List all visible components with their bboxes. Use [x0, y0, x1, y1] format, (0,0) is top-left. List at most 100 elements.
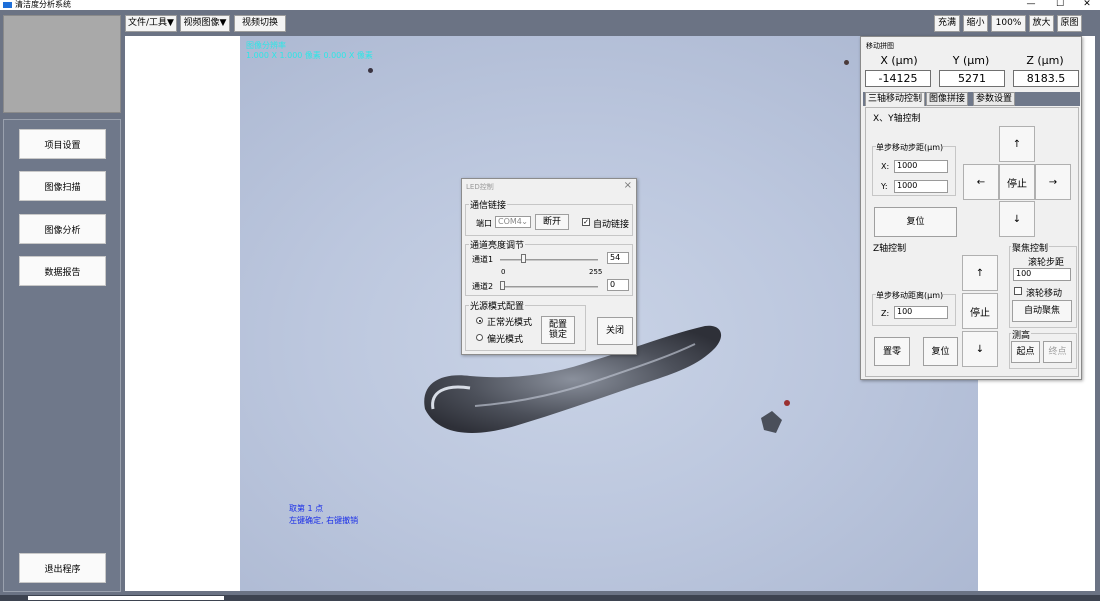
measure-height-label: 测高: [1011, 328, 1032, 341]
y-step-input[interactable]: 1000: [894, 180, 948, 193]
xy-stop-button[interactable]: 停止: [999, 164, 1035, 200]
port-label: 端口: [476, 219, 492, 228]
xy-step-label: 单步移动步距(μm): [876, 142, 944, 153]
comm-group-label: 通信链接: [469, 198, 508, 211]
zoom-level: 100%: [991, 15, 1026, 32]
small-particle: [761, 411, 782, 433]
led-control-dialog: LED控制 × 通信链接 端口 COM4 ⌄ 断开 ✓ 自动链接 通道亮度调节 通…: [461, 178, 637, 355]
x-position-value: -14125: [865, 70, 931, 87]
wheel-step-input[interactable]: 100: [1013, 268, 1071, 281]
fill-button[interactable]: 充满: [934, 15, 960, 32]
auto-link-checkbox[interactable]: ✓: [582, 218, 590, 226]
debris-dot: [844, 60, 849, 65]
tab-parameters[interactable]: 参数设置: [973, 92, 1016, 106]
zoom-out-button[interactable]: 缩小: [963, 15, 988, 32]
focus-group-label: 聚焦控制: [1011, 241, 1050, 254]
channel2-slider-thumb[interactable]: [500, 281, 505, 290]
channel1-value[interactable]: 54: [607, 252, 629, 264]
exit-program-button[interactable]: 退出程序: [19, 553, 106, 583]
z-step-axis-label: Z:: [881, 309, 890, 318]
hint-line1: 取第 1 点: [289, 504, 324, 513]
auto-link-label: 自动链接: [593, 220, 630, 230]
z-down-button[interactable]: ↓: [962, 331, 998, 367]
auto-focus-button[interactable]: 自动聚焦: [1012, 300, 1072, 322]
close-window-button[interactable]: ✕: [1076, 0, 1098, 10]
xy-reset-button[interactable]: 复位: [874, 207, 957, 237]
file-tools-menu[interactable]: 文件/工具▼: [125, 15, 177, 32]
normal-mode-radio[interactable]: [476, 317, 483, 324]
minimize-button[interactable]: —: [1020, 0, 1042, 10]
z-axis-label: Z (μm): [1026, 54, 1064, 67]
image-analysis-button[interactable]: 图像分析: [19, 214, 106, 244]
thumbnail-preview: [3, 15, 121, 113]
maximize-button[interactable]: ☐: [1049, 0, 1071, 10]
tab-three-axis[interactable]: 三轴移动控制: [865, 92, 926, 106]
z-group-label: Z轴控制: [872, 241, 908, 254]
channel2-label: 通道2: [472, 282, 494, 291]
y-axis-label: Y (μm): [952, 54, 990, 67]
led-dialog-title: LED控制: [466, 183, 494, 191]
move-right-button[interactable]: →: [1035, 164, 1071, 200]
app-title: 清洁度分析系统: [15, 0, 71, 9]
wheel-step-label: 滚轮步距: [1028, 258, 1065, 268]
end-point-button[interactable]: 终点: [1043, 341, 1072, 363]
hint-line2: 左键确定, 右键撤销: [289, 516, 359, 525]
y-step-label: Y:: [881, 182, 888, 191]
disconnect-button[interactable]: 断开: [535, 214, 569, 230]
project-settings-button[interactable]: 项目设置: [19, 129, 106, 159]
polarized-mode-label: 偏光模式: [487, 335, 524, 345]
video-switch-button[interactable]: 视频切换: [234, 15, 286, 32]
range-max-label: 255: [589, 268, 603, 276]
led-dialog-close-icon[interactable]: ×: [624, 180, 632, 191]
sidebar-panel: 项目设置 图像扫描 图像分析 数据报告 退出程序: [3, 119, 121, 592]
port-select[interactable]: COM4 ⌄: [495, 216, 531, 228]
z-up-button[interactable]: ↑: [962, 255, 998, 291]
y-position-value: 5271: [939, 70, 1005, 87]
channel1-slider-thumb[interactable]: [520, 254, 526, 263]
app-icon: [3, 2, 12, 8]
image-info-line2: 1.000 X 1.000 像素 0.000 X 像素: [246, 51, 373, 60]
channel2-value[interactable]: 0: [607, 279, 629, 291]
move-stitch-panel: 移动拼图 X (μm) Y (μm) Z (μm) -14125 5271 81…: [860, 36, 1082, 380]
x-axis-label: X (μm): [880, 54, 918, 67]
move-down-button[interactable]: ↓: [999, 201, 1035, 237]
wheel-move-label: 滚轮移动: [1026, 289, 1063, 299]
debris-dot: [368, 68, 373, 73]
taskbar: [0, 595, 1100, 601]
port-value: COM4: [498, 217, 522, 226]
config-lock-button[interactable]: 配置 锁定: [541, 316, 575, 344]
title-bar: 清洁度分析系统 — ☐ ✕: [0, 0, 1100, 10]
three-axis-tab-body: X、Y轴控制 单步移动步距(μm) X: 1000 Y: 1000 复位 ↑ ←…: [865, 107, 1079, 377]
start-point-button[interactable]: 起点: [1011, 341, 1040, 363]
channel1-slider[interactable]: [500, 259, 598, 261]
data-report-button[interactable]: 数据报告: [19, 256, 106, 286]
image-info-overlay: 图像分辨率 1.000 X 1.000 像素 0.000 X 像素: [246, 41, 373, 61]
wheel-move-checkbox[interactable]: [1014, 287, 1022, 295]
z-reset-button[interactable]: 复位: [923, 337, 958, 366]
brightness-group-label: 通道亮度调节: [469, 238, 526, 251]
normal-mode-label: 正常光模式: [487, 318, 533, 328]
tab-stitching[interactable]: 图像拼接: [926, 92, 969, 106]
chevron-down-icon: ⌄: [521, 217, 528, 226]
original-size-button[interactable]: 原图: [1057, 15, 1082, 32]
channel2-slider[interactable]: [500, 286, 598, 288]
x-step-input[interactable]: 1000: [894, 160, 948, 173]
z-step-input[interactable]: 100: [894, 306, 948, 319]
channel1-label: 通道1: [472, 255, 494, 264]
zoom-in-button[interactable]: 放大: [1029, 15, 1054, 32]
video-image-menu[interactable]: 视频图像▼: [180, 15, 230, 32]
pick-point-hint: 取第 1 点 左键确定, 右键撤销: [289, 503, 358, 527]
image-scan-button[interactable]: 图像扫描: [19, 171, 106, 201]
xy-group-label: X、Y轴控制: [872, 111, 922, 124]
move-panel-title: 移动拼图: [866, 42, 894, 50]
move-left-button[interactable]: ←: [963, 164, 999, 200]
polarized-mode-radio[interactable]: [476, 334, 483, 341]
led-close-button[interactable]: 关闭: [597, 317, 633, 345]
taskbar-item[interactable]: [28, 596, 224, 600]
move-up-button[interactable]: ↑: [999, 126, 1035, 162]
z-stop-button[interactable]: 停止: [962, 293, 998, 329]
mode-group-label: 光源模式配置: [469, 299, 526, 312]
x-step-label: X:: [881, 162, 890, 171]
zero-button[interactable]: 置零: [874, 337, 910, 366]
move-panel-tabs: 三轴移动控制 图像拼接 参数设置: [863, 92, 1080, 106]
